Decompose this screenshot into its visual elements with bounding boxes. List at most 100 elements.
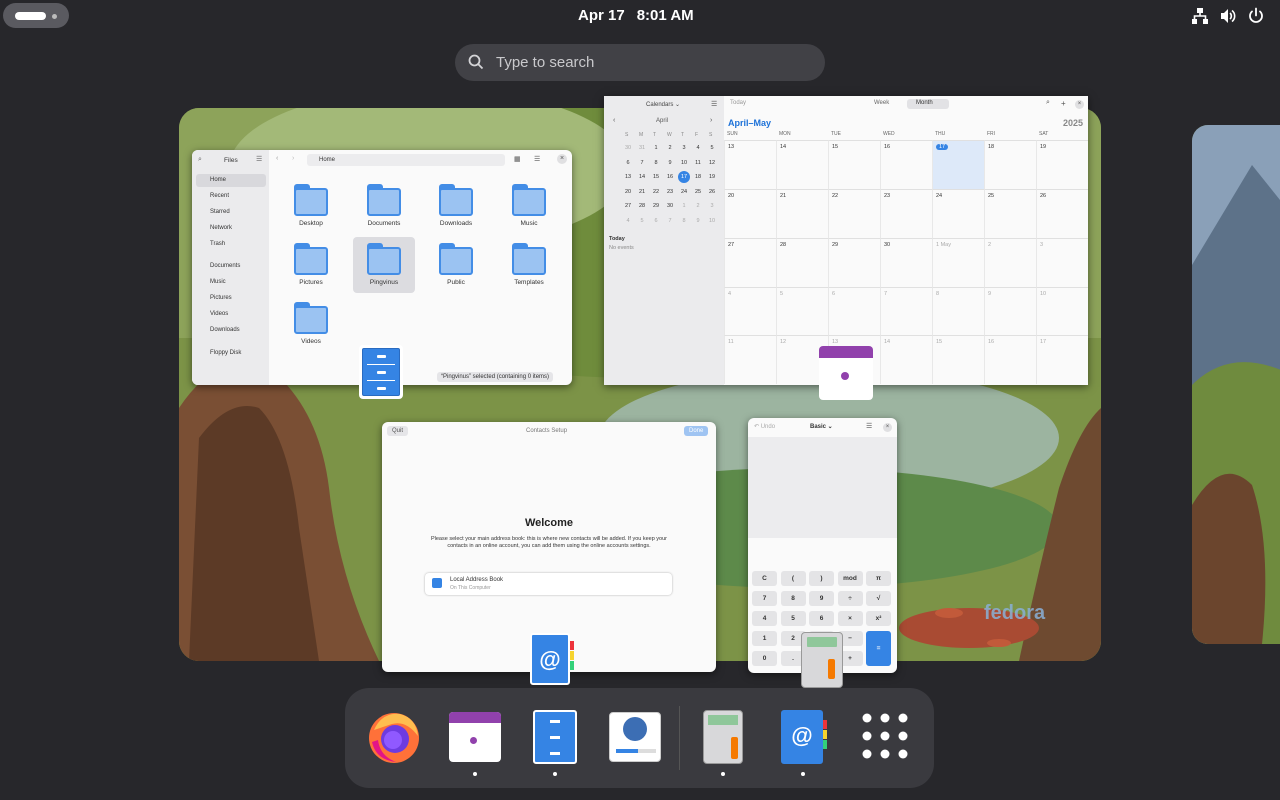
- day-cell[interactable]: 30: [880, 237, 932, 287]
- files-icon[interactable]: [527, 708, 583, 764]
- mini-day[interactable]: 22: [650, 186, 662, 198]
- sidebar-item-documents[interactable]: Documents: [196, 260, 266, 273]
- mini-day[interactable]: 3: [678, 142, 690, 154]
- mini-day[interactable]: 3: [706, 200, 718, 212]
- today-button[interactable]: Today: [730, 100, 746, 106]
- fedora-installer-icon[interactable]: [607, 708, 663, 764]
- sidebar-item-starred[interactable]: Starred: [196, 206, 266, 219]
- contacts-icon[interactable]: @: [775, 708, 831, 764]
- mini-day[interactable]: 6: [622, 157, 634, 169]
- key-button[interactable]: C: [752, 571, 777, 586]
- mini-day[interactable]: 16: [664, 171, 676, 183]
- search-entry[interactable]: Type to search: [455, 44, 825, 81]
- key-button[interactable]: 9: [809, 591, 834, 606]
- mini-day[interactable]: 14: [636, 171, 648, 183]
- day-cell[interactable]: 1 May: [932, 237, 984, 287]
- mini-day[interactable]: 21: [636, 186, 648, 198]
- calendars-menu-button[interactable]: Calendars ⌄: [646, 101, 680, 108]
- day-cell[interactable]: 17: [1036, 335, 1088, 385]
- list-view-icon[interactable]: ☰: [534, 155, 540, 163]
- mini-day[interactable]: 25: [692, 186, 704, 198]
- clock[interactable]: Apr 17 8:01 AM: [578, 7, 706, 24]
- mini-day[interactable]: 23: [664, 186, 676, 198]
- key-button[interactable]: ×: [837, 611, 863, 626]
- mini-day[interactable]: 7: [664, 215, 676, 227]
- mini-day[interactable]: 9: [664, 157, 676, 169]
- day-cell[interactable]: 5: [776, 286, 828, 336]
- undo-button[interactable]: ↶ Undo: [754, 423, 775, 430]
- forward-button[interactable]: ›: [292, 155, 294, 162]
- sidebar-item-floppy-disk[interactable]: Floppy Disk: [196, 347, 266, 360]
- key-button[interactable]: 4: [752, 611, 777, 626]
- mini-day[interactable]: 27: [622, 200, 634, 212]
- mini-day[interactable]: 6: [650, 215, 662, 227]
- mode-selector[interactable]: Basic ⌄: [810, 423, 833, 430]
- sidebar-item-trash[interactable]: Trash: [196, 238, 266, 251]
- key-button[interactable]: 7: [752, 591, 777, 606]
- mini-day[interactable]: 31: [636, 142, 648, 154]
- day-cell[interactable]: 15: [932, 335, 984, 385]
- day-cell[interactable]: 4: [724, 286, 776, 336]
- sidebar-item-recent[interactable]: Recent: [196, 190, 266, 203]
- key-button[interactable]: ): [809, 571, 834, 586]
- day-cell[interactable]: 28: [776, 237, 828, 287]
- day-cell[interactable]: 11: [724, 335, 776, 385]
- mini-day[interactable]: 4: [622, 215, 634, 227]
- mini-day[interactable]: 11: [692, 157, 704, 169]
- day-cell[interactable]: 22: [828, 188, 880, 238]
- day-cell[interactable]: 2: [984, 237, 1036, 287]
- view-options-icon[interactable]: ▦: [514, 155, 521, 163]
- day-cell[interactable]: 16: [880, 140, 932, 189]
- key-button[interactable]: 0: [752, 651, 777, 666]
- mini-day[interactable]: 18: [692, 171, 704, 183]
- mini-calendar-grid[interactable]: S M T W T F S 30 31 1 2 3 4 5 6 7 8 9 10 11 12 13 14 15 16 17 18 19…: [608, 132, 720, 232]
- mini-day[interactable]: 2: [692, 200, 704, 212]
- mini-day[interactable]: 30: [664, 200, 676, 212]
- day-cell[interactable]: 14: [776, 140, 828, 189]
- mini-day[interactable]: 1: [678, 200, 690, 212]
- mini-day[interactable]: 28: [636, 200, 648, 212]
- folder-pingvinus[interactable]: Pingvinus: [364, 243, 404, 286]
- mini-day[interactable]: 15: [650, 171, 662, 183]
- calendar-close-icon[interactable]: ×: [1075, 100, 1084, 109]
- quit-button[interactable]: Quit: [387, 426, 409, 436]
- mini-day[interactable]: 20: [622, 186, 634, 198]
- day-cell[interactable]: 16: [984, 335, 1036, 385]
- mini-day[interactable]: 12: [706, 157, 718, 169]
- calendar-icon[interactable]: [447, 708, 503, 764]
- mini-day[interactable]: 30: [622, 142, 634, 154]
- back-button[interactable]: ‹: [276, 155, 278, 162]
- key-button[interactable]: 6: [809, 611, 834, 626]
- mini-day[interactable]: 26: [706, 186, 718, 198]
- day-cell[interactable]: 19: [1036, 140, 1088, 189]
- day-cell[interactable]: 26: [1036, 188, 1088, 238]
- mini-day[interactable]: 2: [664, 142, 676, 154]
- day-cell[interactable]: 10: [1036, 286, 1088, 336]
- folder-desktop[interactable]: Desktop: [291, 184, 331, 227]
- day-cell[interactable]: 6: [828, 286, 880, 336]
- next-workspace-thumbnail[interactable]: [1192, 125, 1280, 644]
- folder-documents[interactable]: Documents: [364, 184, 404, 227]
- key-button[interactable]: ÷: [837, 591, 863, 606]
- calculator-close-icon[interactable]: ×: [883, 423, 892, 432]
- mini-day[interactable]: 17: [678, 171, 690, 183]
- sidebar-item-home[interactable]: Home: [196, 174, 266, 187]
- calendar-window[interactable]: Calendars ⌄ ☰ ‹ April › S M T W T F S 30 31 1 2 3 4 5…: [604, 96, 1088, 385]
- day-cell[interactable]: 27: [724, 237, 776, 287]
- sidebar-item-downloads[interactable]: Downloads: [196, 324, 266, 337]
- done-button[interactable]: Done: [684, 426, 709, 436]
- folder-downloads[interactable]: Downloads: [436, 184, 476, 227]
- calculator-icon[interactable]: [695, 708, 751, 764]
- day-cell[interactable]: 17: [932, 140, 984, 189]
- calendar-menu-icon[interactable]: ☰: [711, 100, 717, 108]
- power-icon[interactable]: [1247, 7, 1265, 25]
- mini-day[interactable]: 9: [692, 215, 704, 227]
- day-cell[interactable]: 7: [880, 286, 932, 336]
- month-view-button[interactable]: Month: [907, 99, 949, 109]
- folder-public[interactable]: Public: [436, 243, 476, 286]
- calculator-menu-icon[interactable]: ☰: [866, 422, 872, 430]
- mini-day[interactable]: 24: [678, 186, 690, 198]
- location-bar[interactable]: Home: [307, 154, 505, 166]
- mini-prev-month[interactable]: ‹: [613, 117, 615, 124]
- key-button[interactable]: π: [866, 571, 891, 586]
